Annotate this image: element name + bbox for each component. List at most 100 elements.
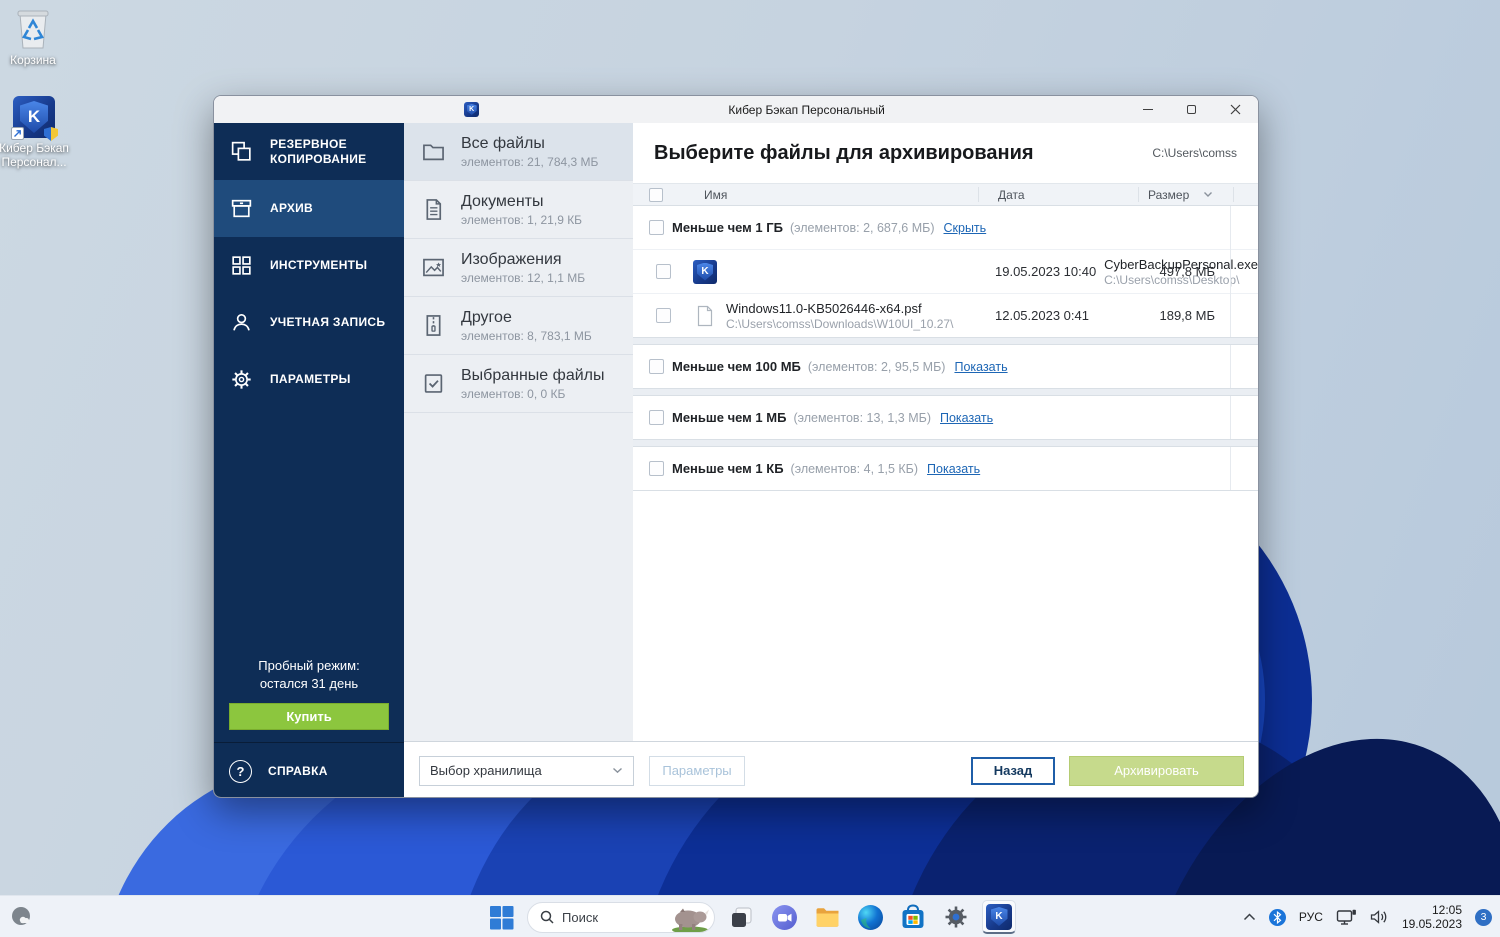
sidebar: РЕЗЕРВНОЕ КОПИРОВАНИЕ АРХИВ ИНСТРУМЕНТЫ …: [214, 123, 404, 797]
cyber-backup-app-icon: K: [986, 903, 1012, 930]
windows-logo-icon: [489, 905, 513, 929]
file-size: 189,8 МБ: [1159, 308, 1215, 323]
file-path: C:\Users\comss\Downloads\W10UI_10.27\: [726, 316, 954, 331]
task-view-button[interactable]: [724, 900, 758, 934]
params-button[interactable]: Параметры: [649, 755, 745, 786]
select-all-checkbox[interactable]: [649, 188, 663, 202]
bluetooth-icon[interactable]: [1268, 908, 1286, 926]
group-row-1gb[interactable]: Меньше чем 1 ГБ (элементов: 2, 687,6 МБ)…: [633, 206, 1258, 249]
start-button[interactable]: [484, 900, 518, 934]
image-icon: [423, 258, 444, 277]
search-highlight-rhino-icon: [672, 908, 709, 932]
file-explorer-button[interactable]: [810, 900, 844, 934]
buy-button[interactable]: Купить: [229, 703, 389, 730]
volume-icon[interactable]: [1370, 909, 1389, 925]
file-group-section: Меньше чем 1 КБ (элементов: 4, 1,5 КБ) П…: [633, 447, 1258, 491]
file-checkbox[interactable]: [656, 308, 671, 323]
footer-bar: Выбор хранилища Параметры Назад Архивиро…: [404, 741, 1258, 797]
file-checkbox[interactable]: [656, 264, 671, 279]
search-box[interactable]: Поиск: [527, 901, 715, 933]
close-icon: [1231, 104, 1241, 115]
task-view-icon: [731, 907, 751, 927]
back-button[interactable]: Назад: [971, 756, 1055, 785]
network-icon[interactable]: [1336, 909, 1357, 926]
desktop-icon-label: Кибер Бэкап Персонал...: [0, 141, 69, 169]
category-panel: Все файлы элементов: 21, 784,3 МБ Докуме…: [404, 123, 633, 741]
chat-icon: [771, 904, 797, 930]
main-content: Выберите файлы для архивирования C:\User…: [633, 123, 1258, 741]
language-indicator[interactable]: РУС: [1299, 910, 1323, 924]
cyber-backup-taskbar-button[interactable]: K: [982, 900, 1016, 934]
category-other[interactable]: Другое элементов: 8, 783,1 МБ: [404, 297, 633, 355]
show-link[interactable]: Показать: [954, 360, 1007, 374]
file-group-section: Меньше чем 1 МБ (элементов: 13, 1,3 МБ) …: [633, 396, 1258, 439]
group-checkbox[interactable]: [649, 359, 664, 374]
group-checkbox[interactable]: [649, 410, 664, 425]
archive-box-icon: [231, 199, 252, 218]
cyber-backup-shortcut-icon: K: [11, 96, 58, 141]
clock[interactable]: 12:05 19.05.2023: [1402, 903, 1462, 931]
show-link[interactable]: Показать: [940, 411, 993, 425]
sidebar-item-help[interactable]: ? СПРАВКА: [214, 742, 404, 797]
file-row[interactable]: Windows11.0-KB5026446-x64.psf C:\Users\c…: [633, 293, 1258, 337]
titlebar[interactable]: K Кибер Бэкап Персональный: [214, 96, 1258, 123]
column-size[interactable]: Размер: [1148, 188, 1189, 202]
category-all-files[interactable]: Все файлы элементов: 21, 784,3 МБ: [404, 123, 633, 181]
group-checkbox[interactable]: [649, 461, 664, 476]
show-link[interactable]: Показать: [927, 462, 980, 476]
file-row[interactable]: K CyberBackupPersonal.exe C:\Users\comss…: [633, 249, 1258, 293]
group-checkbox[interactable]: [649, 220, 664, 235]
category-selected-files[interactable]: Выбранные файлы элементов: 0, 0 КБ: [404, 355, 633, 413]
minimize-button[interactable]: [1126, 96, 1170, 123]
sidebar-item-account[interactable]: УЧЕТНАЯ ЗАПИСЬ: [214, 294, 404, 351]
archive-button[interactable]: Архивировать: [1069, 755, 1244, 786]
sidebar-item-settings[interactable]: ПАРАМЕТРЫ: [214, 351, 404, 408]
minimize-icon: [1142, 109, 1153, 110]
storage-select[interactable]: Выбор хранилища: [419, 755, 634, 786]
category-documents[interactable]: Документы элементов: 1, 21,9 КБ: [404, 181, 633, 239]
close-button[interactable]: [1214, 96, 1258, 123]
notification-badge[interactable]: 3: [1475, 908, 1492, 926]
folder-icon: [816, 907, 838, 927]
trial-status: Пробный режим: остался 31 день: [258, 658, 360, 691]
settings-button[interactable]: [939, 900, 973, 934]
uac-shield-icon: [44, 127, 58, 141]
desktop-icon-cyber-backup[interactable]: K Кибер Бэкап Персонал...: [0, 96, 73, 169]
zip-file-icon: [426, 315, 441, 336]
edge-icon: [857, 904, 883, 930]
sidebar-item-backup[interactable]: РЕЗЕРВНОЕ КОПИРОВАНИЕ: [214, 123, 404, 180]
group-row-1kb[interactable]: Меньше чем 1 КБ (элементов: 4, 1,5 КБ) П…: [633, 447, 1258, 490]
window-app-icon: K: [464, 102, 480, 117]
store-button[interactable]: [896, 900, 930, 934]
maximize-button[interactable]: [1170, 96, 1214, 123]
table-header: Имя Дата Размер: [633, 183, 1258, 206]
sidebar-item-archive[interactable]: АРХИВ: [214, 180, 404, 237]
taskbar: Поиск K РУС 12:05 19.05.2023 3: [0, 895, 1500, 937]
recycle-bin-icon: [14, 8, 52, 50]
maximize-icon: [1187, 105, 1197, 114]
sidebar-item-tools[interactable]: ИНСТРУМЕНТЫ: [214, 237, 404, 294]
file-group-section: Меньше чем 100 МБ (элементов: 2, 95,5 МБ…: [633, 345, 1258, 388]
file-name: Windows11.0-KB5026446-x64.psf: [726, 300, 922, 316]
column-name[interactable]: Имя: [704, 188, 727, 202]
desktop-icon-recycle-bin[interactable]: Корзина: [0, 8, 72, 67]
group-row-1mb[interactable]: Меньше чем 1 МБ (элементов: 13, 1,3 МБ) …: [633, 396, 1258, 439]
file-size: 497,8 МБ: [1159, 264, 1215, 279]
person-icon: [233, 313, 250, 331]
chat-button[interactable]: [767, 900, 801, 934]
group-row-100mb[interactable]: Меньше чем 100 МБ (элементов: 2, 95,5 МБ…: [633, 345, 1258, 388]
widgets-weather-icon[interactable]: [10, 905, 34, 929]
hide-link[interactable]: Скрыть: [944, 221, 987, 235]
desktop: Корзина K Кибер Бэкап Персонал... K Кибе…: [0, 0, 1500, 937]
file-group-section: Меньше чем 1 ГБ (элементов: 2, 687,6 МБ)…: [633, 206, 1258, 337]
question-icon: ?: [229, 759, 252, 783]
window-title: Кибер Бэкап Персональный: [728, 102, 885, 117]
edge-browser-button[interactable]: [853, 900, 887, 934]
app-window: K Кибер Бэкап Персональный РЕЗЕРВНОЕ КОП…: [213, 95, 1259, 798]
category-images[interactable]: Изображения элементов: 12, 1,1 МБ: [404, 239, 633, 297]
store-icon: [902, 904, 924, 928]
document-icon: [426, 199, 442, 220]
sort-chevron-icon[interactable]: [1203, 191, 1213, 198]
tray-chevron-up-icon[interactable]: [1243, 913, 1256, 921]
column-date[interactable]: Дата: [998, 188, 1025, 202]
